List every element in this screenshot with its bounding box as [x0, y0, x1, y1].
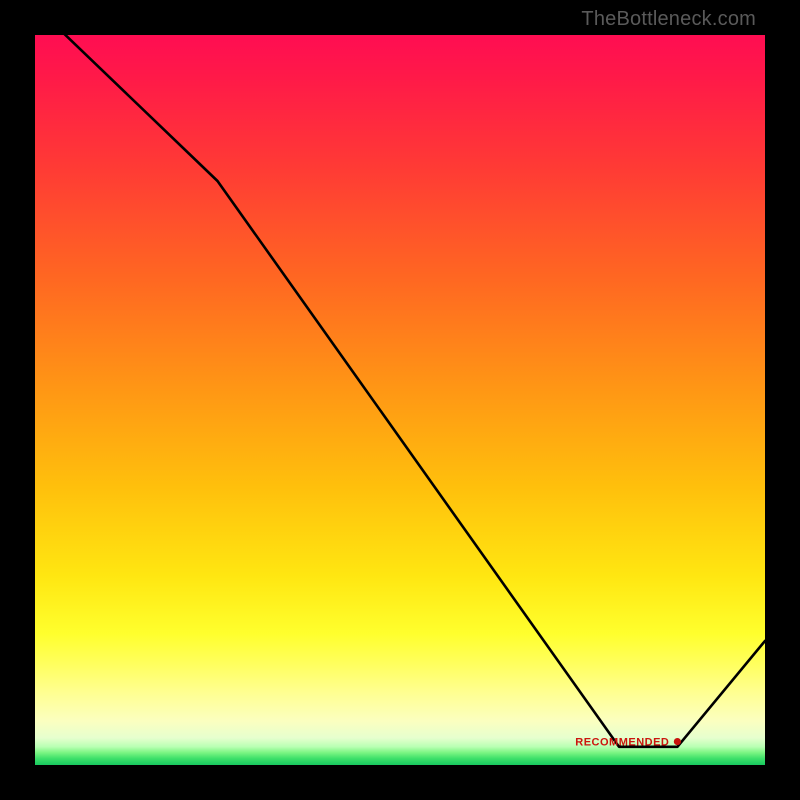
credit-watermark: TheBottleneck.com — [581, 8, 756, 31]
plot-area: RECOMMENDED — [35, 35, 765, 765]
chart-overlay: RECOMMENDED — [35, 35, 765, 765]
recommended-label: RECOMMENDED — [575, 737, 669, 749]
bottleneck-curve — [35, 35, 765, 747]
chart-frame: RECOMMENDED TheBottleneck.com — [0, 0, 800, 800]
recommended-marker — [674, 739, 680, 745]
